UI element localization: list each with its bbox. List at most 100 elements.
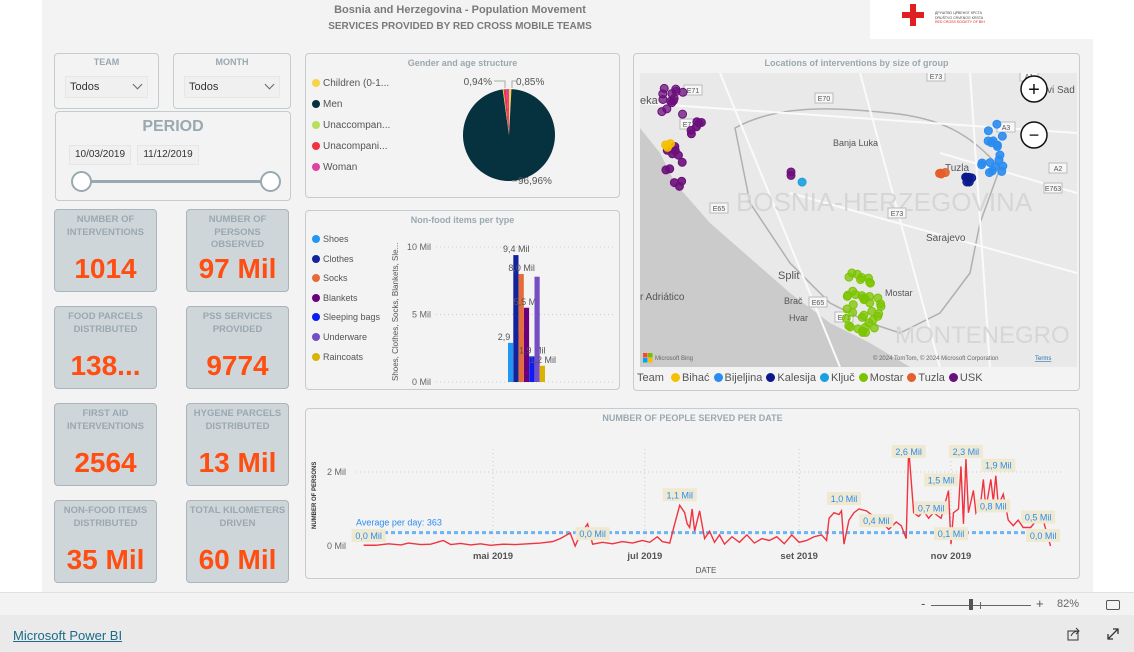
kpi-card: PSS SERVICES PROVIDED 9774 xyxy=(186,306,289,389)
map-point-usk xyxy=(677,157,687,167)
period-start-input[interactable]: 10/03/2019 xyxy=(69,145,131,165)
map-point-bijeljina xyxy=(992,141,1002,151)
road-badge-label: E65 xyxy=(812,300,825,307)
bar-data-label: 8,0 Mil xyxy=(508,263,535,273)
map-place-label: eka xyxy=(640,95,659,107)
road-badge-label: E65 xyxy=(713,206,726,213)
legend-marker xyxy=(948,373,958,382)
y-tick-label: 0 Mil xyxy=(412,377,431,387)
map-place-label: Hvar xyxy=(789,313,808,323)
y-tick-label: 2 Mil xyxy=(327,467,346,477)
map-point-mostar xyxy=(873,311,883,321)
kpi-label: NON-FOOD ITEMS DISTRIBUTED xyxy=(63,505,148,529)
team-slicer-label: TEAM xyxy=(93,57,120,67)
legend-label: Tuzla xyxy=(918,372,945,384)
line-data-label: 0,7 Mil xyxy=(918,503,945,513)
map-point-kalesija xyxy=(964,172,974,182)
line-data-label: 1,9 Mil xyxy=(985,461,1012,471)
period-label: PERIOD xyxy=(142,118,204,135)
zoom-out-button[interactable]: - xyxy=(921,596,925,611)
legend-label: Bihać xyxy=(681,372,710,384)
map-canvas[interactable]: ekaBanja LukaTuzlaSarajevoSplitMostarBra… xyxy=(640,73,1077,367)
report-title: Bosnia and Herzegovina - Population Move… xyxy=(334,4,586,16)
period-slicer: PERIOD 10/03/2019 11/12/2019 xyxy=(55,111,291,201)
map-point-mostar xyxy=(842,291,852,301)
bar-socks xyxy=(518,274,524,382)
zoom-out-icon: − xyxy=(1029,125,1040,145)
map-place-label: Split xyxy=(778,270,799,282)
map-point-usk xyxy=(668,96,678,106)
road-badge-label: A2 xyxy=(1054,166,1063,173)
map-terms-link[interactable]: Terms xyxy=(1035,356,1051,362)
map-legend-item[interactable]: Kalesija xyxy=(766,372,816,384)
red-cross-logo: ДРУШТВО ЦРВЕНОГ КРСТА DRUŠTVO CRVENOG KRS… xyxy=(870,0,1093,39)
road-badge-label: E763 xyxy=(1045,186,1061,193)
x-tick-label: jul 2019 xyxy=(626,551,662,562)
bing-attribution: Microsoft Bing xyxy=(655,356,693,362)
kpi-value: 13 Mil xyxy=(198,447,277,478)
kpi-label: NUMBER OF PERSONS OBSERVED xyxy=(208,214,267,250)
line-data-label: 0,0 Mil xyxy=(579,529,606,539)
kpi-value: 2564 xyxy=(74,447,137,478)
period-slider-end-handle[interactable] xyxy=(260,171,281,192)
month-dropdown[interactable]: Todos xyxy=(184,76,280,98)
line-data-label: 2,6 Mil xyxy=(895,447,922,457)
kpi-card: FIRST AID INTERVENTIONS 2564 xyxy=(54,403,157,486)
map-place-label: Banja Luka xyxy=(833,138,878,148)
map-point-mostar xyxy=(852,269,862,279)
pie-chart: 0,85% 96,96% 0,94% xyxy=(463,77,555,187)
zoom-in-button[interactable]: + xyxy=(1036,596,1044,611)
y-tick-label: 5 Mil xyxy=(412,310,431,320)
zoom-in-icon: + xyxy=(1028,79,1040,101)
map-title: Locations of interventions by size of gr… xyxy=(764,58,949,68)
kpi-value: 60 Mil xyxy=(198,544,277,575)
map-point-usk xyxy=(786,170,796,180)
line-data-label: 0,5 Mil xyxy=(1025,513,1052,523)
zoom-slider-thumb[interactable] xyxy=(969,599,973,610)
map-legend-item[interactable]: Tuzla xyxy=(907,372,945,384)
road-badge-label: E70 xyxy=(818,96,831,103)
map-point-mostar xyxy=(858,327,868,337)
team-dropdown[interactable]: Todos xyxy=(65,76,148,98)
share-icon[interactable] xyxy=(1067,627,1081,641)
chevron-down-icon xyxy=(132,79,143,90)
map-legend-item[interactable]: USK xyxy=(948,372,983,384)
non-food-items-chart: Non-food items per type Shoes Clothes Sock… xyxy=(305,210,620,390)
period-end-input[interactable]: 11/12/2019 xyxy=(137,145,199,165)
map-point-usk xyxy=(678,87,688,97)
map-point-mostar xyxy=(859,310,869,320)
line-data-label: 0,8 Mil xyxy=(980,501,1007,511)
zoom-slider[interactable] xyxy=(931,605,1031,606)
fit-to-page-icon[interactable] xyxy=(1106,600,1120,610)
road-badge-label: A3 xyxy=(1002,125,1011,132)
period-slider-start-handle[interactable] xyxy=(71,171,92,192)
period-slider-track[interactable] xyxy=(81,180,271,183)
line-data-label: 2,3 Mil xyxy=(953,447,980,457)
bing-logo-icon xyxy=(643,353,648,358)
map-point-usk xyxy=(677,176,687,186)
map-point-mostar xyxy=(841,313,851,323)
map-point-bijeljina xyxy=(985,158,995,168)
kpi-card: FOOD PARCELS DISTRIBUTED 138... xyxy=(54,306,157,389)
map-legend-item[interactable]: Ključ xyxy=(819,372,855,384)
map-point-bijeljina xyxy=(977,160,987,170)
map-point-mostar xyxy=(848,300,858,310)
road-badge-label: E71 xyxy=(687,88,700,95)
team-dropdown-value: Todos xyxy=(70,81,100,93)
pie-data-label: 0,85% xyxy=(516,77,544,88)
power-bi-link[interactable]: Microsoft Power BI xyxy=(13,628,122,643)
map-legend-title: Team xyxy=(637,372,664,384)
kpi-value: 97 Mil xyxy=(198,253,277,284)
map-legend-item[interactable]: Bijeljina xyxy=(713,372,762,384)
map-point-mostar xyxy=(865,278,875,288)
map-legend-item[interactable]: Bihać xyxy=(670,372,710,384)
fullscreen-icon[interactable] xyxy=(1106,627,1120,641)
map-copyright: © 2024 TomTom, © 2024 Microsoft Corporat… xyxy=(873,355,998,362)
map-legend-item[interactable]: Mostar xyxy=(858,372,903,384)
kpi-label: TOTAL KILOMETERS DRIVEN xyxy=(189,505,286,529)
map-point-mostar xyxy=(876,299,886,309)
map-point-mostar xyxy=(844,272,854,282)
map-point-usk xyxy=(678,109,688,119)
kpi-value: 138... xyxy=(70,350,141,381)
team-slicer: TEAM Todos xyxy=(54,53,159,109)
